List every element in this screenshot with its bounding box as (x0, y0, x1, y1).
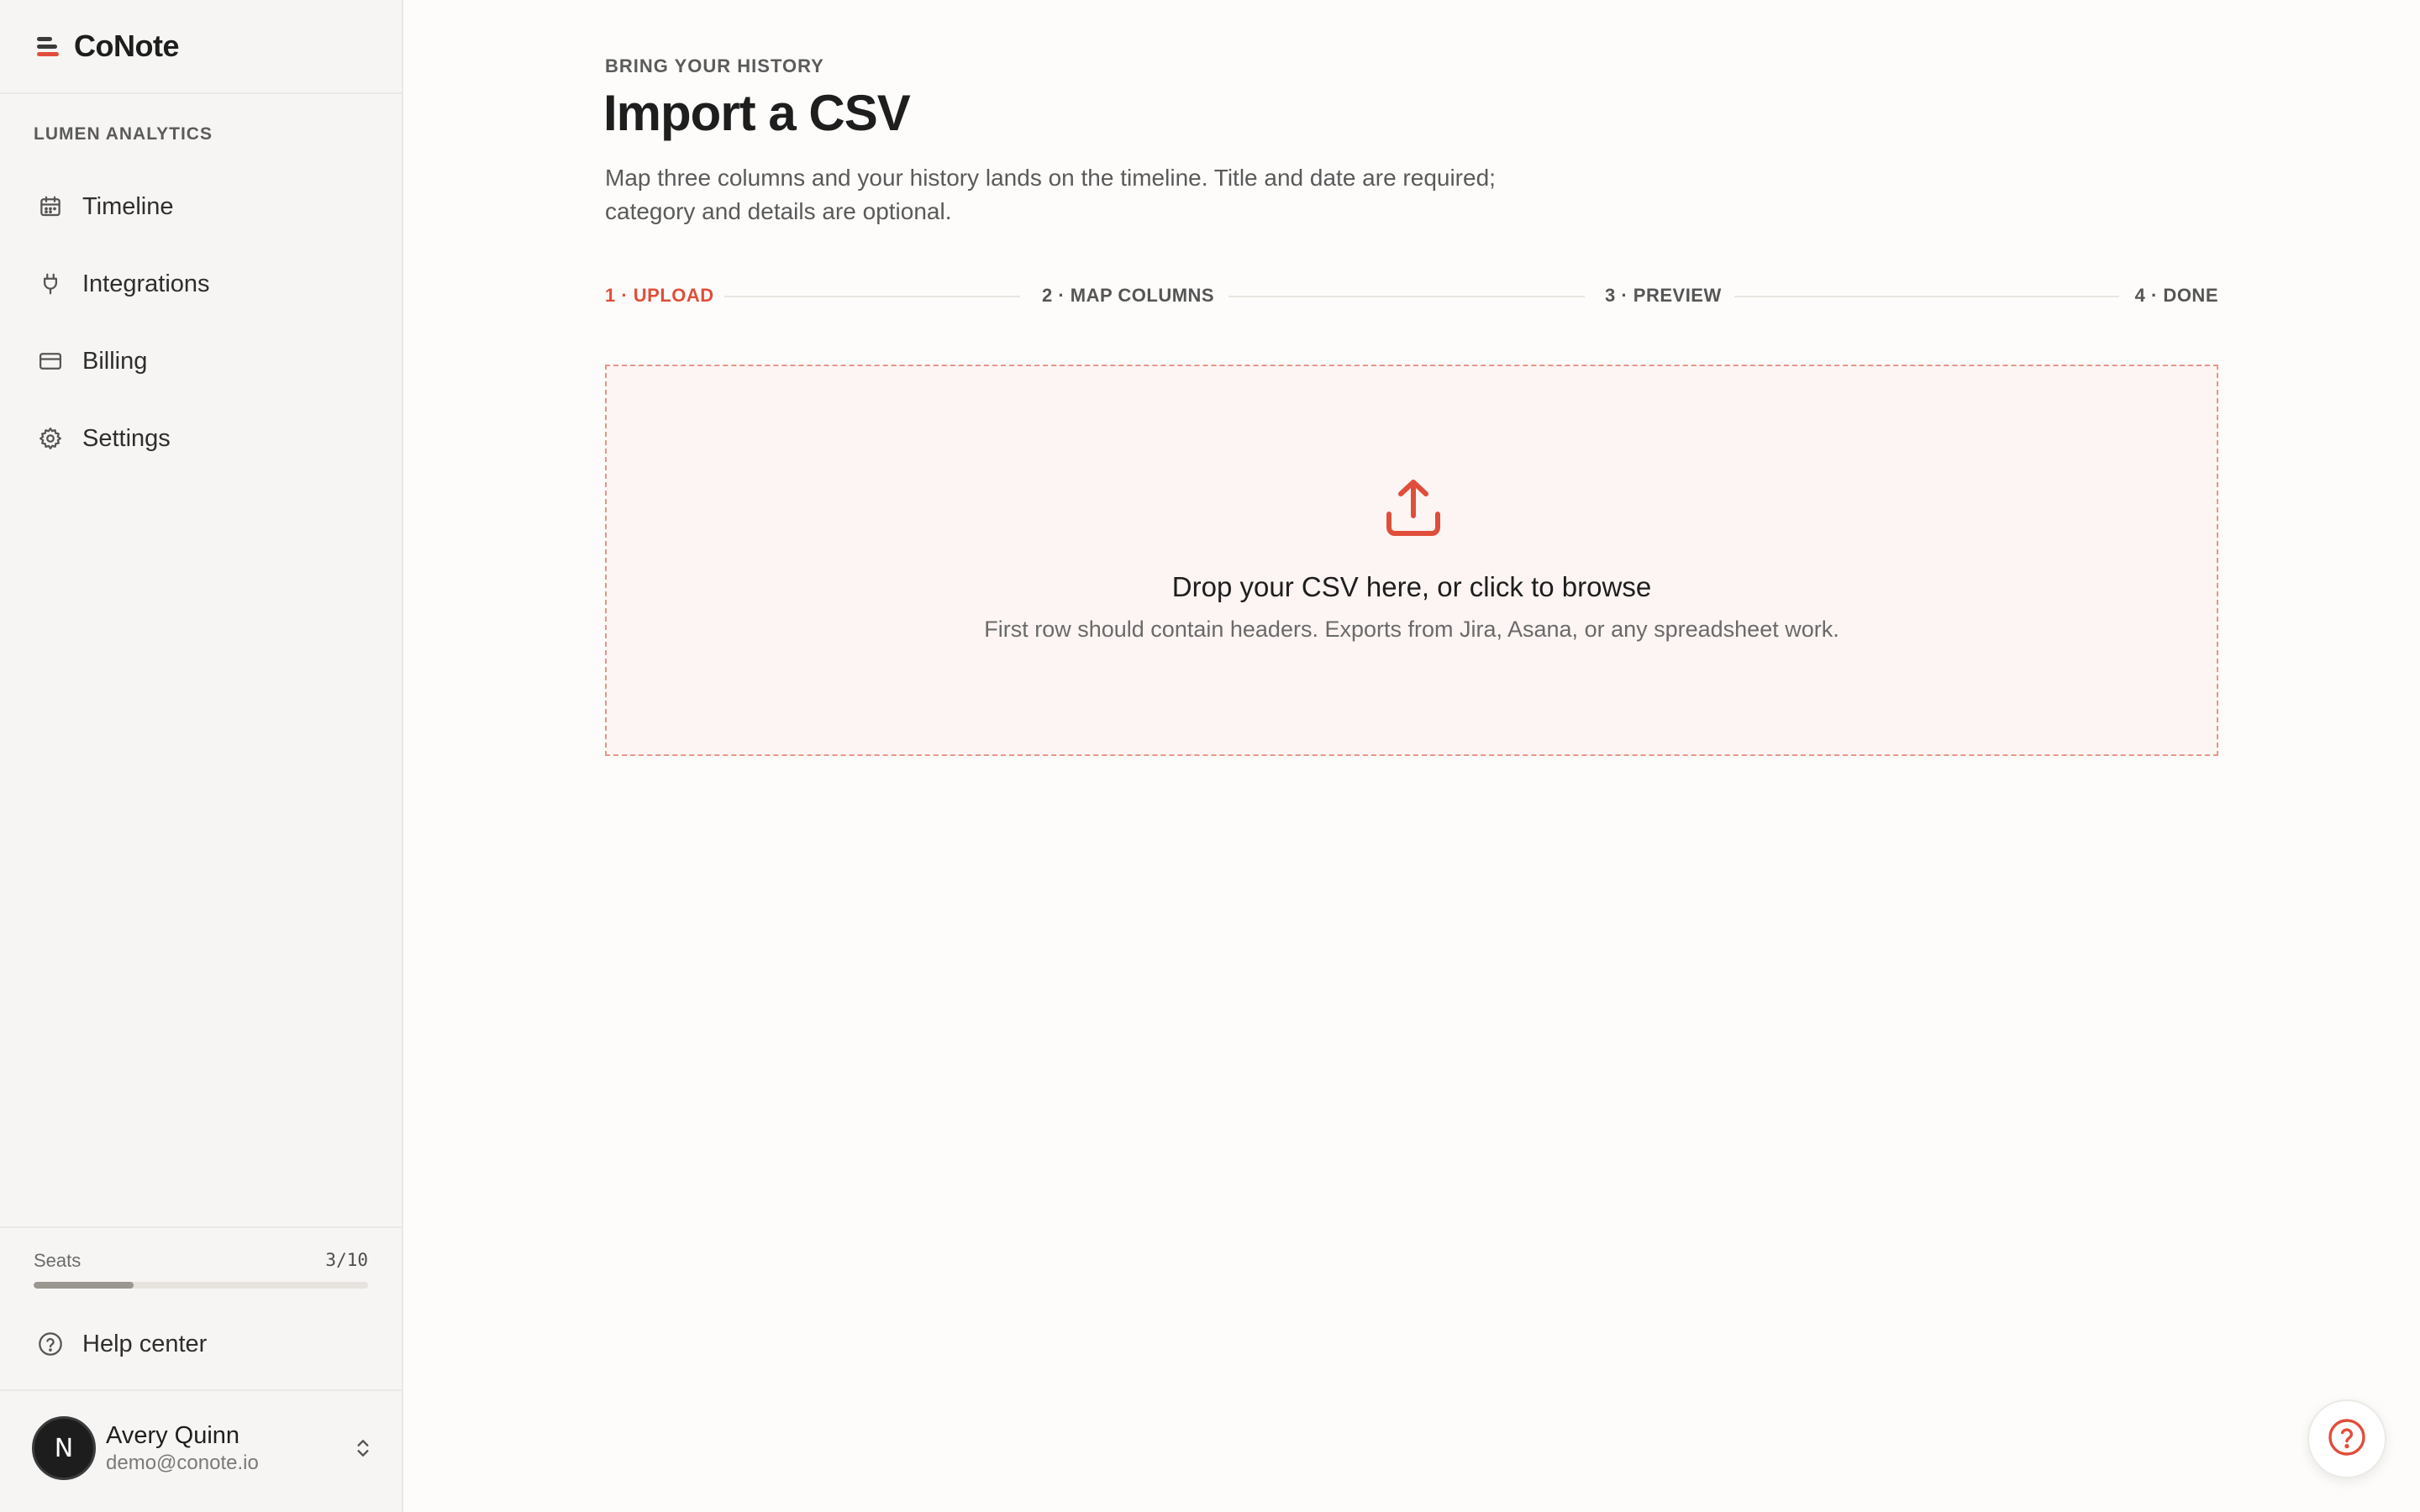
help-center-link[interactable]: Help center (37, 1322, 207, 1366)
page-title: Import a CSV (603, 85, 911, 141)
seats-progress-bar (34, 1282, 368, 1289)
chevron-up-down-icon (350, 1435, 376, 1462)
help-circle-icon (37, 1331, 64, 1357)
divider (0, 1226, 402, 1228)
sidebar-nav: Timeline Integrations Billing Settings (25, 168, 378, 477)
seats-progress-fill (34, 1282, 134, 1289)
sidebar-item-settings[interactable]: Settings (25, 400, 378, 477)
divider (0, 1389, 402, 1391)
step-connector (724, 296, 1020, 297)
conote-logo-icon (34, 33, 60, 60)
gear-icon (37, 425, 64, 452)
sidebar-item-timeline[interactable]: Timeline (25, 168, 378, 245)
seats-count: 3/10 (325, 1250, 368, 1270)
dropzone-subtitle: First row should contain headers. Export… (984, 617, 1839, 642)
credit-card-icon (37, 348, 64, 375)
step-upload: 1 · UPLOAD (605, 285, 714, 306)
help-circle-icon (2327, 1417, 2367, 1462)
page-eyebrow: BRING YOUR HISTORY (605, 55, 824, 76)
user-name: Avery Quinn (106, 1422, 240, 1449)
step-map-columns: 2 · MAP COLUMNS (1042, 285, 1215, 306)
plug-icon (37, 270, 64, 297)
user-email: demo@conote.io (106, 1452, 259, 1474)
sidebar-item-label: Integrations (82, 270, 210, 297)
help-center-label: Help center (82, 1330, 208, 1357)
page-subtitle: Map three columns and your history lands… (605, 165, 1496, 224)
brand-name: CoNote (74, 29, 180, 63)
step-connector (1734, 296, 2119, 297)
import-stepper: 1 · UPLOAD 2 · MAP COLUMNS 3 · PREVIEW 4… (605, 281, 2218, 311)
sidebar-item-label: Timeline (82, 192, 174, 220)
step-done: 4 · DONE (2134, 285, 2218, 306)
brand[interactable]: CoNote (34, 25, 180, 67)
workspace-label: LUMEN ANALYTICS (34, 124, 213, 144)
step-preview: 3 · PREVIEW (1605, 285, 1722, 306)
seats-label: Seats (34, 1250, 82, 1271)
upload-icon (1385, 477, 1442, 538)
sidebar-item-label: Billing (82, 347, 148, 375)
sidebar-item-integrations[interactable]: Integrations (25, 245, 378, 323)
csv-dropzone[interactable]: Drop your CSV here, or click to browse F… (605, 365, 2218, 756)
dropzone-title: Drop your CSV here, or click to browse (1171, 571, 1652, 602)
user-menu[interactable]: N Avery Quinn demo@conote.io (32, 1416, 376, 1480)
sidebar: CoNote LUMEN ANALYTICS Timeline Integrat… (0, 0, 403, 1512)
step-connector (1228, 296, 1585, 297)
avatar: N (32, 1416, 96, 1480)
divider (0, 92, 402, 94)
user-info: Avery Quinn demo@conote.io (106, 1420, 259, 1476)
sidebar-item-billing[interactable]: Billing (25, 323, 378, 400)
sidebar-item-label: Settings (82, 424, 171, 452)
help-button[interactable] (2307, 1399, 2386, 1478)
calendar-icon (37, 193, 64, 220)
